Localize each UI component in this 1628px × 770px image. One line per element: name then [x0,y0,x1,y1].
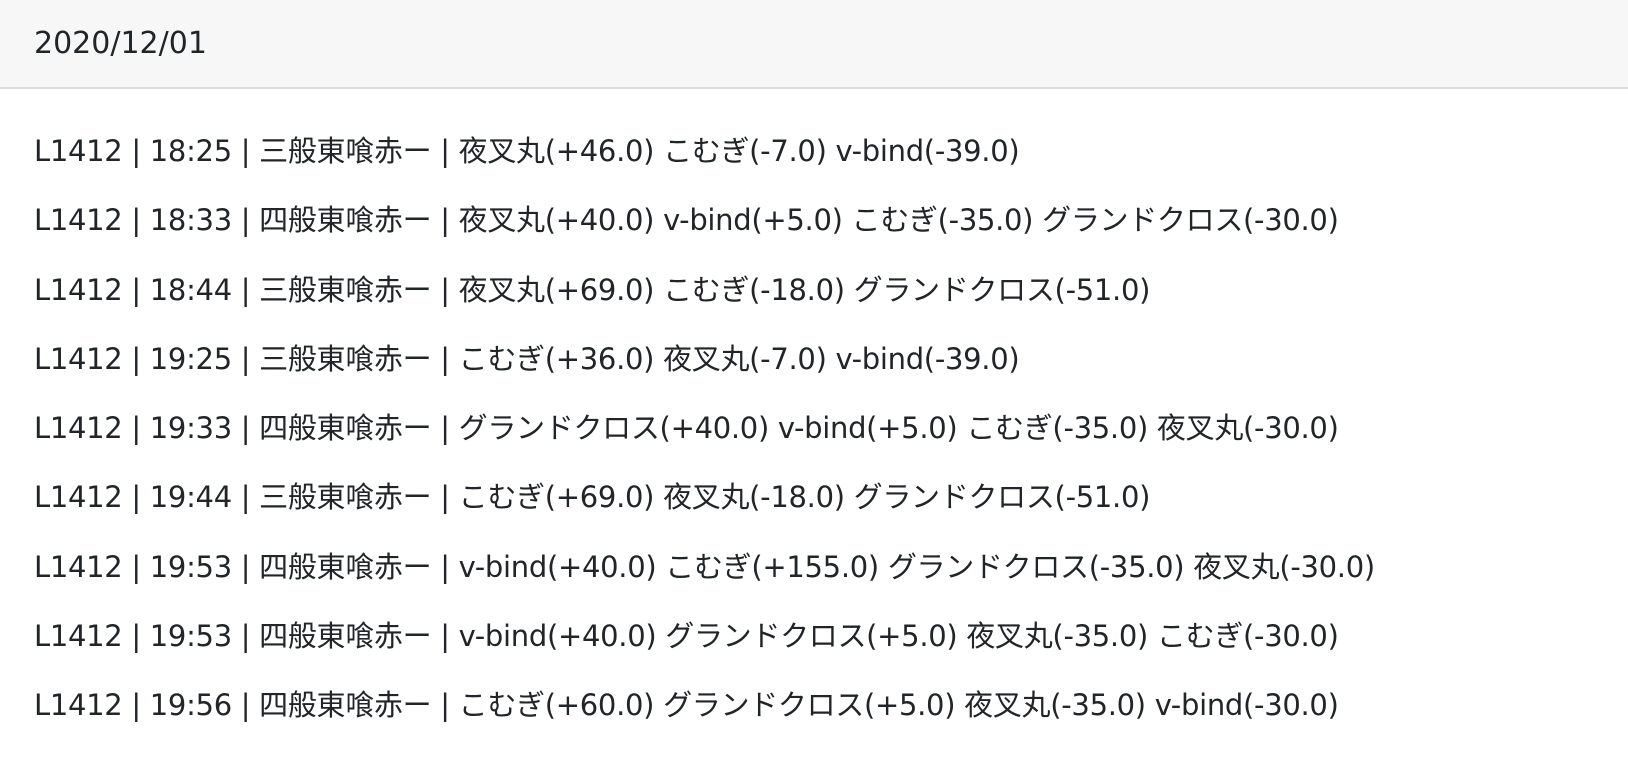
game-record-list: L1412 | 18:25 | 三般東喰赤ー | 夜叉丸(+46.0) こむぎ(… [0,89,1628,749]
record-row: L1412 | 18:44 | 三般東喰赤ー | 夜叉丸(+69.0) こむぎ(… [34,272,1151,307]
record-row: L1412 | 19:56 | 四般東喰赤ー | こむぎ(+60.0) グランド… [34,688,1339,723]
record-row: L1412 | 19:53 | 四般東喰赤ー | v-bind(+40.0) こ… [34,549,1375,584]
date-header: 2020/12/01 [0,0,1628,89]
record-row: L1412 | 19:25 | 三般東喰赤ー | こむぎ(+36.0) 夜叉丸(… [34,341,1020,376]
date-title: 2020/12/01 [34,26,207,61]
record-row: L1412 | 19:53 | 四般東喰赤ー | v-bind(+40.0) グ… [34,619,1339,654]
record-row: L1412 | 18:33 | 四般東喰赤ー | 夜叉丸(+40.0) v-bi… [34,203,1339,238]
record-row: L1412 | 18:25 | 三般東喰赤ー | 夜叉丸(+46.0) こむぎ(… [34,134,1020,168]
record-row: L1412 | 19:33 | 四般東喰赤ー | グランドクロス(+40.0) … [34,411,1339,446]
record-row: L1412 | 19:44 | 三般東喰赤ー | こむぎ(+69.0) 夜叉丸(… [34,480,1151,515]
